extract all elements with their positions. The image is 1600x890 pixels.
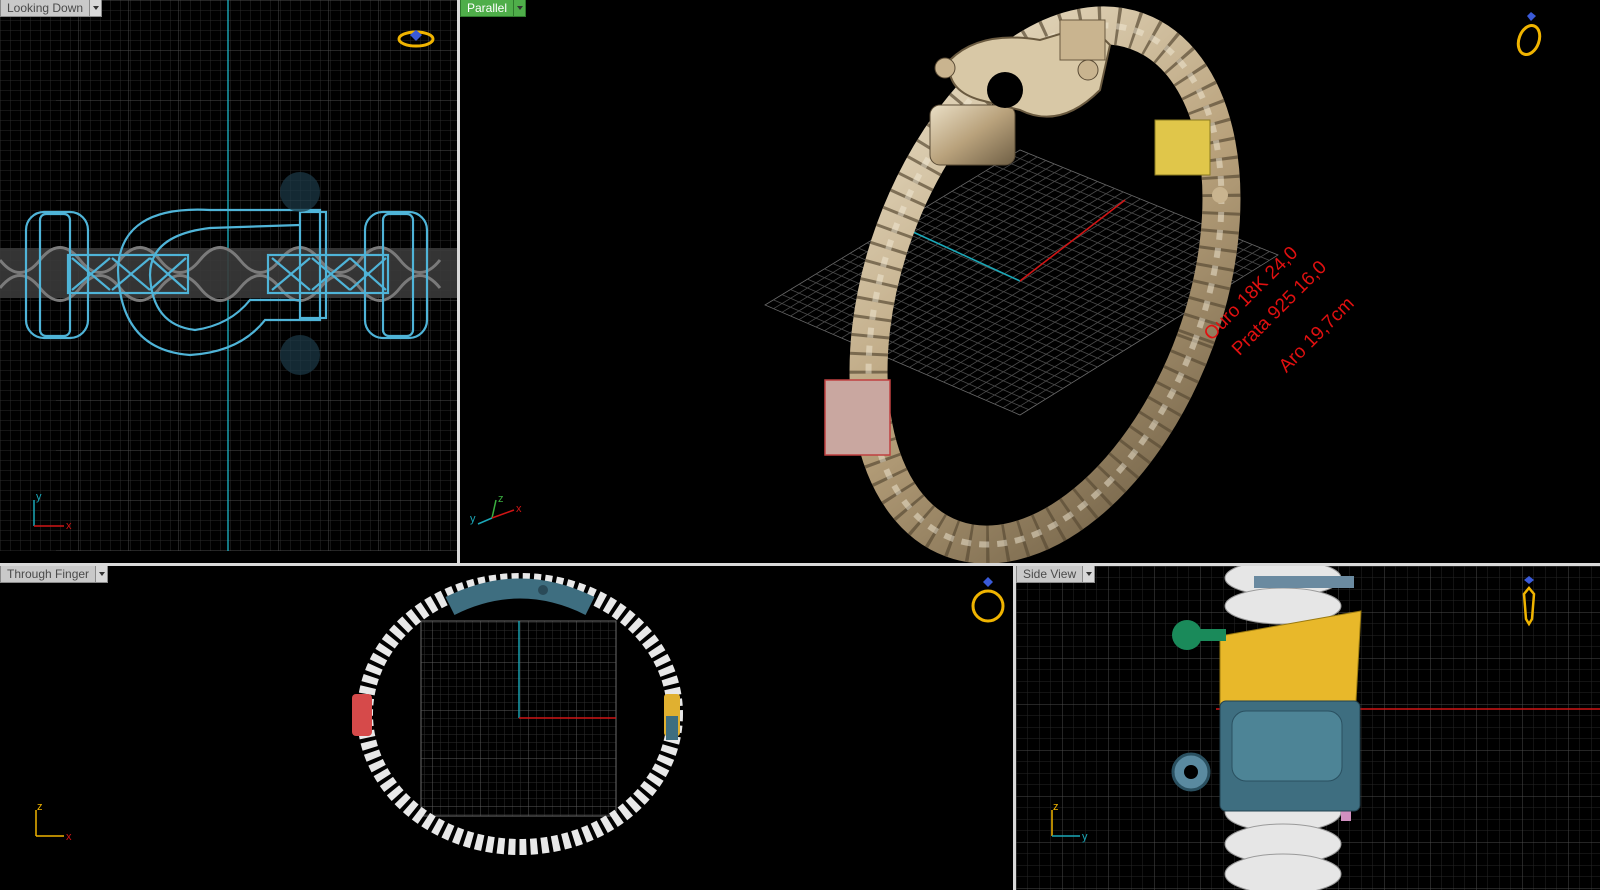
axis-indicator: z x bbox=[35, 801, 72, 843]
axis-x-label: x bbox=[66, 520, 72, 532]
axis-indicator: y x bbox=[33, 491, 72, 532]
viewport-name[interactable]: Parallel bbox=[460, 0, 515, 17]
chevron-down-icon[interactable] bbox=[96, 566, 109, 583]
axis-indicator: z y x bbox=[470, 493, 522, 525]
axis-x-label: x bbox=[516, 503, 522, 515]
chevron-down-icon[interactable] bbox=[90, 0, 103, 17]
viewport-side-view[interactable]: Side View z y bbox=[1016, 566, 1600, 890]
axis-z-label: z bbox=[1053, 801, 1059, 813]
axis-x-label: x bbox=[66, 831, 72, 843]
axis-y-label: y bbox=[470, 513, 476, 525]
chevron-down-icon[interactable] bbox=[514, 0, 527, 17]
axis-z-label: z bbox=[498, 493, 504, 505]
ring-view-icon[interactable] bbox=[396, 26, 436, 52]
viewport-parallel[interactable]: Parallel Ouro 18K 24,0 Prata 925 16,0 Ar… bbox=[460, 0, 1600, 563]
viewport-looking-down[interactable]: Looking Down y x bbox=[0, 0, 457, 551]
viewport-through-finger[interactable]: Through Finger z x bbox=[0, 566, 1013, 890]
viewport-name[interactable]: Looking Down bbox=[0, 0, 91, 17]
ring-view-icon[interactable] bbox=[1516, 574, 1542, 628]
chevron-down-icon[interactable] bbox=[1083, 566, 1096, 583]
looking-down-scene bbox=[0, 0, 457, 551]
viewport-label-parallel[interactable]: Parallel bbox=[460, 0, 527, 17]
grid-line bbox=[968, 180, 1227, 288]
ring-view-icon[interactable] bbox=[970, 576, 1010, 626]
viewport-label-looking-down[interactable]: Looking Down bbox=[0, 0, 103, 17]
viewport-label-side-view[interactable]: Side View bbox=[1016, 566, 1096, 583]
through-finger-scene bbox=[352, 573, 683, 855]
parallel-scene bbox=[764, 6, 1279, 563]
axis-y-label: y bbox=[36, 491, 42, 503]
side-view-scene bbox=[1016, 566, 1600, 890]
axis-y-label: y bbox=[1082, 831, 1088, 843]
ring-view-icon[interactable] bbox=[1515, 10, 1547, 58]
viewport-label-through-finger[interactable]: Through Finger bbox=[0, 566, 109, 583]
viewport-name[interactable]: Through Finger bbox=[0, 566, 97, 583]
axis-indicator: z y bbox=[1051, 801, 1088, 843]
axis-z-label: z bbox=[37, 801, 43, 813]
viewport-name[interactable]: Side View bbox=[1016, 566, 1084, 583]
